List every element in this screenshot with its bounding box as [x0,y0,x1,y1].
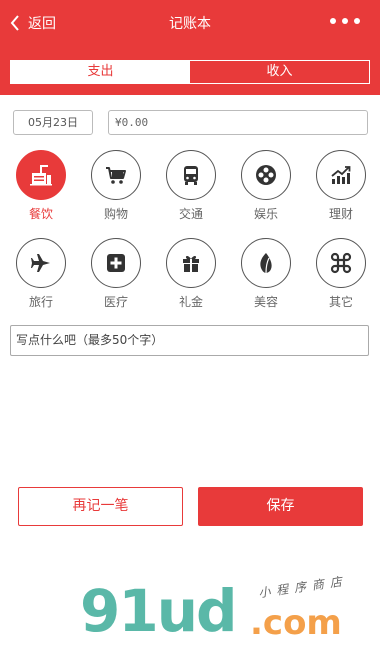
nav-bar: 返回 记账本 [0,0,380,46]
record-again-button[interactable]: 再记一笔 [18,487,183,526]
dining-icon [16,150,66,200]
trend-chart-icon [316,150,366,200]
category-label: 娱乐 [253,207,278,221]
note-input[interactable]: 写点什么吧（最多50个字） [10,325,369,356]
category-label: 礼金 [178,295,203,309]
command-icon [316,238,366,288]
category-finance[interactable]: 理财 [315,150,367,222]
category-label: 美容 [253,295,278,309]
film-reel-icon [241,150,291,200]
leaf-icon [241,238,291,288]
category-other[interactable]: 其它 [315,238,367,310]
category-dining[interactable]: 餐饮 [15,150,67,222]
header-bar: 返回 记账本 支出 收入 [0,0,380,95]
category-label: 餐饮 [28,207,53,221]
more-options-icon[interactable] [330,18,360,24]
page-title: 记账本 [169,16,211,32]
category-beauty[interactable]: 美容 [240,238,292,310]
category-gift-money[interactable]: 礼金 [165,238,217,310]
category-shopping[interactable]: 购物 [90,150,142,222]
category-label: 购物 [103,207,128,221]
type-tabs: 支出 收入 [10,60,370,84]
category-entertainment[interactable]: 娱乐 [240,150,292,222]
airplane-icon [16,238,66,288]
gift-icon [166,238,216,288]
category-travel[interactable]: 旅行 [15,238,67,310]
tab-income[interactable]: 收入 [190,61,369,83]
shopping-cart-icon [91,150,141,200]
watermark-tagline: 小程序商店 [257,573,349,601]
category-label: 旅行 [28,295,53,309]
amount-input[interactable]: ¥0.00 [108,110,368,135]
category-label: 交通 [178,207,203,221]
watermark-logo: 91ud .com 小程序商店 [80,574,370,646]
category-transport[interactable]: 交通 [165,150,217,222]
save-button[interactable]: 保存 [198,487,363,526]
category-label: 医疗 [103,295,128,309]
category-label: 理财 [328,207,353,221]
medical-cross-icon [91,238,141,288]
watermark-domain: .com [250,603,342,643]
category-medical[interactable]: 医疗 [90,238,142,310]
tab-expense[interactable]: 支出 [11,61,190,83]
date-picker[interactable]: 05月23日 [13,110,93,135]
watermark-brand: 91ud [80,577,238,645]
category-label: 其它 [328,295,353,309]
bus-icon [166,150,216,200]
